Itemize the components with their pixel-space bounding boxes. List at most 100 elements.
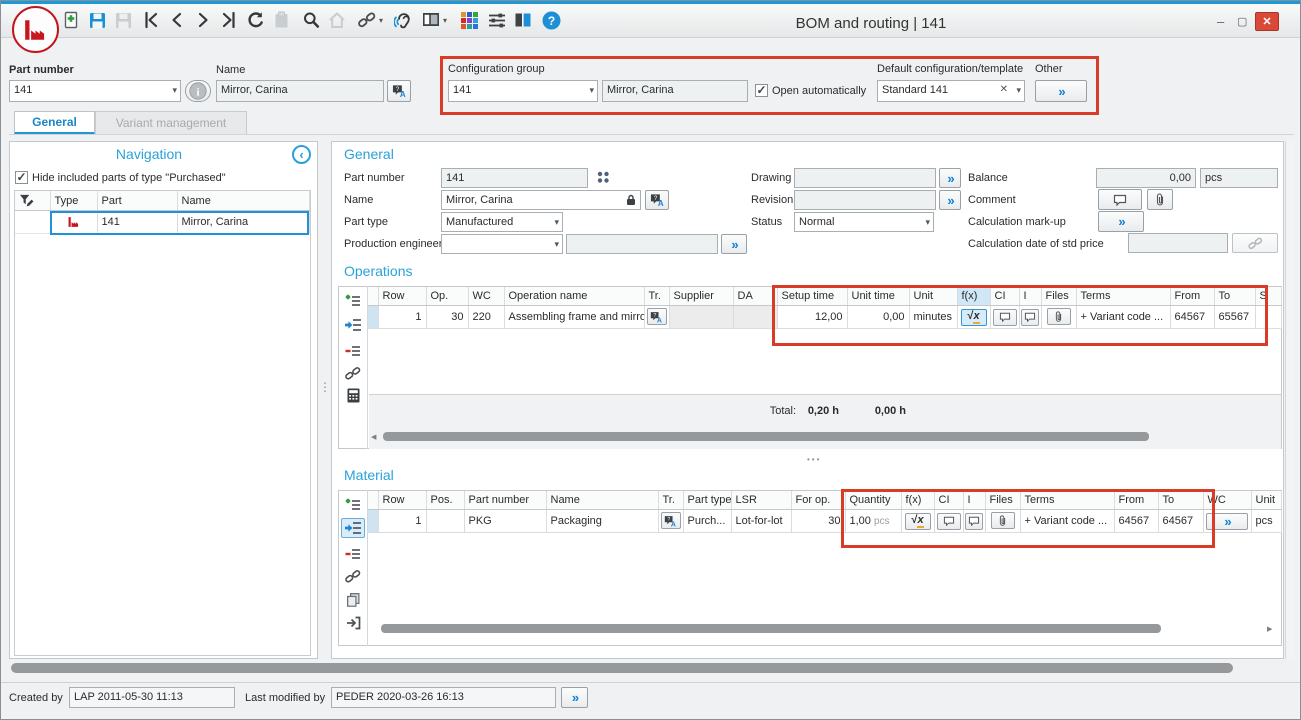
op-col-files[interactable]: Files	[1041, 287, 1076, 306]
mat-col-row[interactable]: Row	[378, 491, 426, 510]
material-hscrollbar-thumb[interactable]	[381, 624, 1161, 633]
files-button[interactable]	[1047, 308, 1071, 325]
nav-col-name[interactable]: Name	[177, 191, 310, 211]
files-button[interactable]	[991, 512, 1015, 529]
material-row[interactable]: 1 PKG Packaging ?A Purch... Lot-for-lot …	[368, 510, 1282, 533]
delete-row-icon[interactable]	[341, 341, 365, 361]
op-col-terms[interactable]: Terms	[1076, 287, 1170, 306]
scroll-right-icon[interactable]: ▶	[1267, 625, 1272, 633]
open-automatically-checkbox[interactable]: ✓	[755, 84, 768, 97]
op-col-to[interactable]: To	[1214, 287, 1255, 306]
chevron-down-icon[interactable]: ▾	[172, 86, 177, 95]
maximize-icon[interactable]: ▢	[1237, 15, 1247, 28]
mat-col-ci[interactable]: CI	[934, 491, 963, 510]
mat-col-part-number[interactable]: Part number	[464, 491, 546, 510]
attachment-button[interactable]	[1147, 189, 1173, 210]
go-first-icon[interactable]	[141, 10, 161, 30]
op-col-setup-time[interactable]: Setup time	[777, 287, 847, 306]
collapse-navigation-icon[interactable]: ‹	[292, 145, 311, 164]
report-book-icon[interactable]	[513, 10, 533, 30]
link-dropdown-icon[interactable]: ▾	[379, 16, 383, 25]
go-previous-icon[interactable]	[167, 10, 187, 30]
general-part-type-combo[interactable]: Manufactured ▾	[441, 212, 563, 232]
translate-button[interactable]: ?A	[647, 308, 667, 325]
comment-button[interactable]	[937, 513, 961, 530]
revision-more-button[interactable]: »	[939, 190, 961, 210]
horizontal-splitter-handle[interactable]: •••	[807, 455, 821, 464]
chevron-down-icon[interactable]: ▾	[554, 218, 559, 227]
op-col-unit-time[interactable]: Unit time	[847, 287, 909, 306]
operations-hscrollbar-thumb[interactable]	[383, 432, 1149, 441]
scroll-left-icon[interactable]: ◀	[371, 433, 376, 441]
op-col-fx[interactable]: f(x)	[957, 287, 990, 306]
general-name-field[interactable]: Mirror, Carina	[441, 190, 641, 210]
mat-col-fx[interactable]: f(x)	[901, 491, 934, 510]
formula-button[interactable]: √x	[961, 309, 987, 326]
op-col-s[interactable]: S	[1255, 287, 1282, 306]
go-last-icon[interactable]	[219, 10, 239, 30]
insert-row-icon[interactable]	[341, 518, 365, 538]
hide-purchased-checkbox[interactable]: ✓	[15, 171, 28, 184]
minimize-icon[interactable]: –	[1217, 14, 1224, 29]
mat-col-to[interactable]: To	[1158, 491, 1203, 510]
op-col-unit[interactable]: Unit	[909, 287, 957, 306]
translate-button[interactable]: ?A	[387, 80, 411, 102]
op-col-da[interactable]: DA	[733, 287, 777, 306]
tab-general[interactable]: General	[14, 111, 95, 135]
search-icon[interactable]	[301, 10, 321, 30]
history-more-button[interactable]: »	[561, 687, 588, 708]
window-hscrollbar-thumb[interactable]	[11, 663, 1233, 673]
mat-col-unit[interactable]: Unit	[1251, 491, 1282, 510]
add-row-icon[interactable]	[341, 495, 365, 515]
name-header-field[interactable]: Mirror, Carina	[216, 80, 384, 102]
mat-col-wc[interactable]: WC	[1203, 491, 1251, 510]
wc-more-button[interactable]: »	[1206, 513, 1248, 530]
add-row-icon[interactable]	[341, 291, 365, 311]
status-combo[interactable]: Normal ▾	[794, 212, 934, 232]
link-icon[interactable]	[357, 10, 377, 30]
mat-col-quantity[interactable]: Quantity	[845, 491, 901, 510]
op-col-i[interactable]: I	[1019, 287, 1041, 306]
help-icon[interactable]: ?	[541, 10, 561, 30]
mat-col-terms[interactable]: Terms	[1020, 491, 1114, 510]
vertical-splitter-handle[interactable]: ⋮	[319, 385, 331, 390]
op-col-from[interactable]: From	[1170, 287, 1214, 306]
mat-col-name[interactable]: Name	[546, 491, 658, 510]
settings-sliders-icon[interactable]	[487, 10, 507, 30]
mat-col-files[interactable]: Files	[985, 491, 1020, 510]
mat-col-i[interactable]: I	[963, 491, 985, 510]
clear-icon[interactable]: ✕	[1000, 85, 1008, 95]
mat-col-from[interactable]: From	[1114, 491, 1158, 510]
default-template-combo[interactable]: Standard 141 ✕ ▾	[877, 80, 1025, 102]
copy-icon[interactable]	[341, 589, 365, 609]
add-filter-icon[interactable]	[19, 194, 46, 207]
chevron-down-icon[interactable]: ▾	[554, 240, 559, 249]
chevron-down-icon[interactable]: ▾	[1016, 86, 1021, 95]
window-layout-icon[interactable]	[421, 10, 441, 30]
nav-col-part[interactable]: Part	[97, 191, 177, 211]
save-icon[interactable]	[87, 10, 107, 30]
delete-row-icon[interactable]	[341, 544, 365, 564]
translate-button[interactable]: ?A	[661, 512, 681, 529]
calc-date-link-button[interactable]	[1232, 233, 1278, 253]
nav-filter-header[interactable]	[15, 191, 50, 211]
internal-comment-button[interactable]	[965, 513, 983, 530]
chevron-down-icon[interactable]: ▾	[589, 86, 594, 95]
info-button[interactable]: i	[185, 80, 211, 102]
color-grid-icon[interactable]	[459, 10, 479, 30]
calculator-icon[interactable]	[341, 385, 365, 405]
mat-col-for-op[interactable]: For op.	[791, 491, 845, 510]
op-col-operation-name[interactable]: Operation name	[504, 287, 644, 306]
mat-col-pos[interactable]: Pos.	[426, 491, 464, 510]
chevron-down-icon[interactable]: ▾	[925, 218, 930, 227]
insert-row-icon[interactable]	[341, 315, 365, 335]
navigation-row[interactable]: 141 Mirror, Carina	[15, 211, 310, 234]
calc-markup-button[interactable]: »	[1098, 211, 1144, 232]
nav-col-type[interactable]: Type	[50, 191, 97, 211]
drawing-more-button[interactable]: »	[939, 168, 961, 188]
refresh-icon[interactable]	[245, 10, 265, 30]
translate-button[interactable]: ?A	[645, 190, 669, 210]
send-to-icon[interactable]	[341, 613, 365, 633]
mat-col-part-type[interactable]: Part type	[683, 491, 731, 510]
op-col-row[interactable]: Row	[378, 287, 426, 306]
